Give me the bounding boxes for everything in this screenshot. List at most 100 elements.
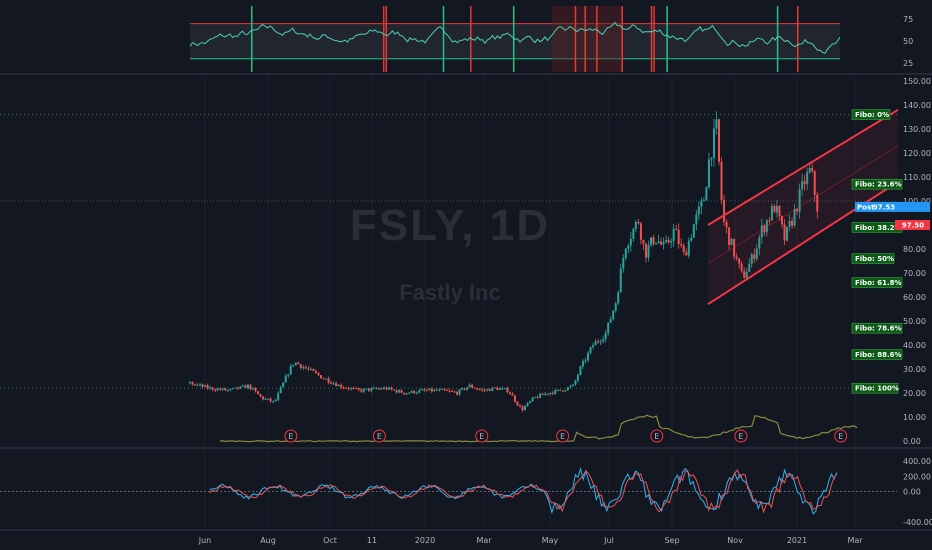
candle-body [445,389,448,391]
candle-body [201,384,204,387]
candle-body [357,388,360,390]
candle-body [556,389,559,391]
candle-body [481,389,484,391]
candle-body [267,398,270,400]
candle-body [307,368,310,370]
x-tick-label: 11 [367,536,377,545]
candle-body [529,401,532,403]
candle-body [476,388,479,390]
candle-body [690,237,693,241]
chart-root: Jun Aug Oct 11 2020 Mar May Jul Sep Nov 2021 Mar 75 5… [0,0,932,550]
candle-body [501,388,504,390]
candle-body [592,345,595,348]
candle-body [450,390,453,392]
candle-body [571,384,574,387]
last-price-value: 97.53 [873,203,895,211]
candle-body [199,384,202,386]
candle-body [330,382,333,384]
candle-body [622,258,625,269]
candle-body [325,378,328,380]
candle-body [309,368,312,370]
candle-body [700,200,703,207]
candle-body [257,391,260,395]
candle-body [710,157,713,160]
candle-body [241,385,244,387]
candle-body [559,389,562,391]
candle-body [219,388,222,390]
candle-body [521,406,524,411]
candle-body [461,388,464,390]
candle-body [430,388,433,392]
candle-body [534,396,537,398]
candle-body [607,322,610,333]
candle-body [526,402,529,407]
watermark-company: Fastly Inc [399,280,500,305]
candle-body [508,392,511,394]
price-y-tick: 80.00 [903,245,926,254]
volume-line [220,414,858,443]
candle-body [428,388,431,391]
candle-body [657,241,660,243]
macd-signal-line [209,468,838,514]
candle-body [612,310,615,320]
candle-body [652,237,655,244]
candle-body [604,332,607,340]
price-y-tick: 10.00 [903,413,926,422]
candle-body [687,240,690,256]
earnings-label: E [738,432,743,441]
x-tick-label: Aug [260,536,276,545]
candle-body [254,388,257,392]
candle-body [609,319,612,323]
candle-body [322,378,325,380]
candle-body [486,389,489,391]
candle-body [707,159,710,188]
candle-body [453,391,456,393]
candle-body [299,364,302,368]
candle-body [269,398,272,402]
candle-body [680,244,683,246]
candle-body [335,383,338,387]
macd-y-tick: -400.00 [903,518,932,527]
candle-body [297,362,300,365]
candle-body [274,400,277,402]
candle-body [670,240,673,243]
fib-label: Fibo: 61.8% [855,279,902,287]
earnings-label: E [838,432,843,441]
candle-body [360,389,363,392]
candle-body [365,388,368,390]
candle-body [554,390,557,394]
candle-body [524,406,527,411]
candle-body [385,387,388,390]
candle-body [720,161,723,200]
candle-body [214,389,217,391]
candle-body [362,388,365,392]
candle-body [511,393,514,396]
candle-body [418,390,421,393]
price-y-tick: 40.00 [903,341,926,350]
price-y-tick: 150.00 [903,77,931,86]
candle-body [327,378,330,383]
candle-body [367,388,370,391]
candle-body [189,382,191,384]
candle-body [614,303,617,311]
candle-body [410,390,413,393]
candle-body [204,385,207,387]
rsi-y-tick: 25 [903,59,913,68]
candle-body [539,393,542,398]
candle-body [239,386,242,389]
candle-body [516,401,519,406]
candle-body [594,341,597,346]
candle-body [398,390,401,393]
price-y-tick: 120.00 [903,149,931,158]
candle-body [541,393,544,395]
candle-body [284,375,287,383]
price-y-tick: 60.00 [903,293,926,302]
candle-body [355,388,358,390]
candle-body [400,390,403,393]
candle-body [395,390,398,393]
candle-body [393,389,396,391]
candle-body [662,242,665,245]
candle-body [602,339,605,342]
candle-body [655,242,658,244]
candle-body [388,387,391,390]
